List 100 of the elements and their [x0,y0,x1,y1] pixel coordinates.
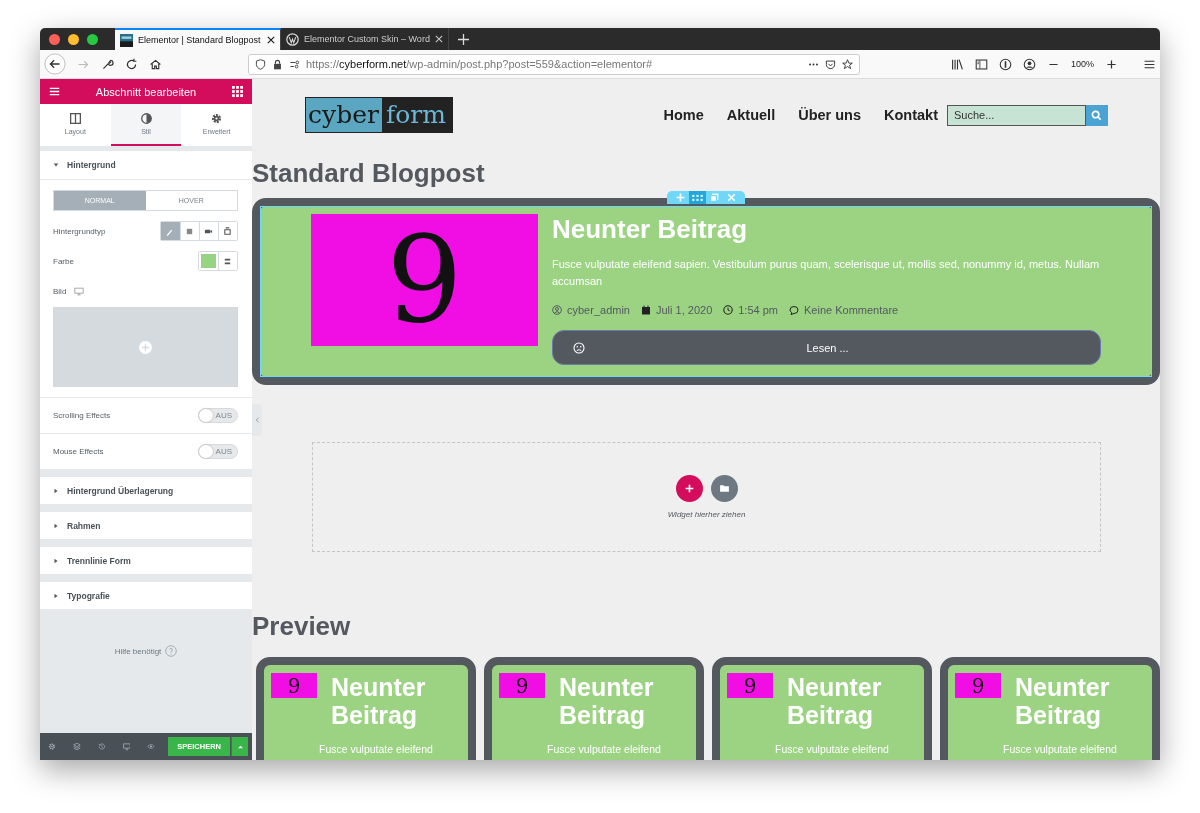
section-heading: Preview [252,613,352,637]
collapse-panel-handle[interactable] [252,404,262,436]
sidebar-icon[interactable] [974,57,988,71]
nav-link[interactable]: Home [663,107,704,123]
post-thumbnail: 9 [499,673,545,698]
plus-icon [683,483,695,494]
nav-link[interactable]: Aktuell [726,107,776,123]
bookmark-star-icon[interactable] [841,58,853,70]
section-header[interactable]: Typografie [40,582,252,609]
library-icon[interactable] [950,57,964,71]
close-window-icon[interactable] [49,33,60,45]
control-label: Scrolling Effects [53,411,111,420]
site-logo[interactable]: cyber form [305,97,453,133]
post-excerpt: Fusce vulputate eleifend [775,743,890,755]
caret-icon [53,487,59,494]
add-section-button[interactable] [675,475,703,502]
plus-icon [139,340,152,354]
reload-icon[interactable] [125,57,138,71]
caret-icon [237,744,244,749]
search-field[interactable]: Suche... [947,104,1086,126]
control-label: Bild [53,286,67,296]
sad-face-icon [573,341,585,354]
zoom-window-icon[interactable] [87,33,98,45]
home-icon[interactable] [149,57,162,71]
eye-icon[interactable] [147,742,156,751]
chevron-left-icon [254,416,260,424]
post-excerpt: Fusce vulputate eleifend sapien. Vestibulum purus quam, scelerisque ut, mollis sed, nonummy id, metus. Nullam accumsan [552,257,1101,289]
slideshow-button[interactable] [218,222,237,240]
panel-title: Abschnitt bearbeiten [95,85,197,98]
drag-handle-icon[interactable] [689,191,706,204]
site-favicon-icon [120,33,133,47]
post-date: Juli 1, 2020 [656,304,713,316]
caret-icon [53,162,59,168]
post-card[interactable]: 9 Neunter Beitrag Fusce vulputate eleifend [712,657,932,760]
nav-link[interactable]: Über uns [798,107,861,123]
lock-icon [272,58,283,70]
comment-icon [789,305,799,315]
post-card[interactable]: 9 Neunter Beitrag Fusce vulputate eleifend [484,657,704,760]
new-tab-icon[interactable] [457,33,469,45]
help-icon [165,645,178,657]
desktop-icon [74,286,85,296]
post-time: 1:54 pm [738,304,778,316]
close-icon[interactable] [267,36,275,44]
layers-icon[interactable] [72,742,81,751]
section-header[interactable]: Hintergrund [40,151,252,180]
global-colors-button[interactable] [218,252,237,270]
account-icon[interactable] [1022,57,1036,71]
post-comments[interactable]: Keine Kommentare [804,304,899,316]
post-thumbnail: 9 [955,673,1001,698]
zoom-level[interactable]: 100% [1070,59,1094,69]
add-template-button[interactable] [710,475,738,502]
wrench-icon[interactable] [101,57,114,71]
desktop-icon[interactable] [122,742,131,751]
section-header[interactable]: Trennlinie Form [40,547,252,574]
url-text: https://cyberform.net/wp-admin/post.php?post=559&action=elementor# [306,58,653,70]
contrast-icon [140,113,152,124]
info-icon[interactable] [998,57,1012,71]
slides-icon [223,226,232,236]
read-more-button[interactable]: Lesen ... [552,330,1101,365]
help-link[interactable]: Hilfe benötigt [114,645,178,657]
stack-icon [223,256,232,266]
control-label: Hintergrundtyp [53,226,106,236]
gradient-icon [185,226,194,236]
nav-link[interactable]: Kontakt [884,107,938,123]
toggle-switch[interactable]: AUS [198,408,238,423]
search-button[interactable] [1086,104,1108,126]
control-label: Farbe [53,256,74,266]
drop-zone-hint: Widget hierher ziehen [667,510,746,519]
section-header[interactable]: Rahmen [40,512,252,539]
toggle-switch[interactable]: AUS [198,444,238,459]
post-card[interactable]: 9 Neunter Beitrag Fusce vulputate eleifend [940,657,1160,760]
post-excerpt: Fusce vulputate eleifend [547,743,662,755]
color-swatch[interactable] [199,252,218,270]
post-excerpt: Fusce vulputate eleifend [1003,743,1118,755]
post-excerpt: Fusce vulputate eleifend [319,743,434,755]
calendar-icon [641,305,651,315]
minimize-window-icon[interactable] [68,33,79,45]
address-bar[interactable]: https://cyberform.net/wp-admin/post.php?post=559&action=elementor# [248,53,860,75]
settings-icon[interactable] [48,742,56,751]
drop-zone[interactable]: Widget hierher ziehen [312,442,1101,552]
post-section[interactable]: 9 Neunter Beitrag Fusce vulputate eleifend sapien. Vestibulum purus quam, scelerisque ut, mollis sed, nonummy id, metus. Nullam accumsan cyber_admin Juli 1, 2020 1:54 pm Keine Kommentare Lesen ... [252,198,1160,385]
zoom-in-icon[interactable] [1105,57,1118,71]
section-header[interactable]: Hintergrund Überlagerung [40,477,252,504]
pocket-icon[interactable] [824,58,836,70]
menu-icon[interactable] [49,86,60,97]
back-icon[interactable] [44,53,66,75]
post-author[interactable]: cyber_admin [567,304,630,316]
post-card[interactable]: 9 Neunter Beitrag Fusce vulputate eleifend [256,657,476,760]
search-icon [1091,109,1102,121]
post-thumbnail: 9 [271,673,317,698]
grid-icon[interactable] [232,86,243,97]
user-icon [552,305,562,315]
browser-tab[interactable]: Elementor | Standard Blogpost [115,28,281,50]
shield-icon [255,58,266,70]
caret-icon [53,522,59,529]
folder-icon [718,483,730,494]
gear-icon [211,113,223,124]
clock-icon [723,305,734,315]
control-label: Mouse Effects [53,447,104,456]
wordpress-icon [286,32,299,46]
